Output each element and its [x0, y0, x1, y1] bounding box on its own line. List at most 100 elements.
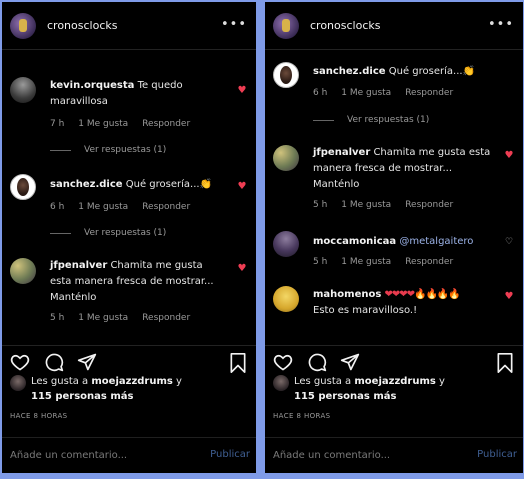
comment-likes[interactable]: 1 Me gusta [78, 313, 128, 323]
share-icon[interactable] [340, 352, 360, 372]
likes-username[interactable]: moejazzdrums [354, 376, 435, 387]
comment-input[interactable] [273, 447, 453, 463]
reply-button[interactable]: Responder [405, 200, 453, 210]
avatar[interactable] [10, 77, 36, 103]
post-panel-left: cronosclocks ••• kevin.orquesta Te quedo… [2, 2, 256, 473]
comment-icon[interactable] [307, 352, 327, 372]
likes-others[interactable]: 115 personas más [294, 391, 396, 402]
action-bar [273, 352, 515, 376]
share-icon[interactable] [77, 352, 97, 372]
comment-text: jfpenalver Chamita me gusta esta manera … [313, 145, 493, 193]
comment-mention[interactable]: @metalgaitero [399, 236, 473, 247]
more-options-icon[interactable]: ••• [221, 17, 247, 32]
likes-text[interactable]: Les gusta a moejazzdrums y 115 personas … [31, 374, 182, 404]
heart-icon[interactable] [273, 352, 293, 372]
likes-username[interactable]: moejazzdrums [91, 376, 172, 387]
comment-item: mahomenos ❤❤❤❤🔥🔥🔥🔥 Esto es maravilloso.!… [273, 286, 515, 326]
heart-icon[interactable]: ♥ [236, 181, 248, 193]
comment-item: sanchez.dice Qué grosería...👏 ♥ 6 h 1 Me… [10, 174, 248, 224]
likes-suffix: y [439, 376, 445, 387]
comment-time: 7 h [50, 119, 65, 129]
comment-username[interactable]: jfpenalver [50, 260, 107, 271]
likes-summary: Les gusta a moejazzdrums y 115 personas … [10, 374, 248, 406]
avatar[interactable] [273, 62, 299, 88]
view-replies-button[interactable]: Ver respuestas (1) [313, 115, 429, 125]
comment-meta: 6 h 1 Me gusta Responder [313, 88, 515, 98]
avatar[interactable] [10, 375, 26, 391]
profile-avatar[interactable] [10, 12, 36, 39]
post-time: HACE 8 HORAS [273, 412, 331, 420]
view-replies-label: Ver respuestas (1) [347, 115, 430, 125]
comment-likes[interactable]: 1 Me gusta [341, 88, 391, 98]
comment-body: Esto es maravilloso.! [313, 305, 418, 316]
replies-divider [50, 232, 71, 234]
replies-divider [50, 149, 71, 151]
replies-divider [313, 119, 334, 121]
likes-text[interactable]: Les gusta a moejazzdrums y 115 personas … [294, 374, 445, 404]
reply-button[interactable]: Responder [405, 257, 453, 267]
bookmark-icon[interactable] [495, 352, 515, 374]
avatar[interactable] [273, 375, 289, 391]
comment-item: sanchez.dice Qué grosería...👏 6 h 1 Me g… [273, 62, 515, 106]
more-options-icon[interactable]: ••• [488, 17, 514, 32]
avatar[interactable] [273, 145, 299, 171]
heart-outline-icon[interactable]: ♡ [503, 236, 515, 248]
comment-username[interactable]: sanchez.dice [50, 179, 123, 190]
comment-meta: 5 h 1 Me gusta Responder [50, 313, 248, 323]
comment-icon[interactable] [44, 352, 64, 372]
avatar[interactable] [273, 231, 299, 257]
comment-username[interactable]: moccamonicaa [313, 236, 396, 247]
comment-time: 5 h [313, 257, 328, 267]
avatar[interactable] [10, 174, 36, 200]
post-footer: Les gusta a moejazzdrums y 115 personas … [2, 345, 256, 473]
comment-meta: 5 h 1 Me gusta Responder [313, 257, 515, 267]
comment-item: jfpenalver Chamita me gusta esta manera … [10, 258, 248, 328]
view-replies-button[interactable]: Ver respuestas (1) [50, 228, 166, 238]
comment-username[interactable]: jfpenalver [313, 147, 370, 158]
heart-icon[interactable] [10, 352, 30, 372]
heart-icon[interactable]: ♥ [503, 291, 515, 303]
comment-item: kevin.orquesta Te quedo maravillosa ♥ 7 … [10, 77, 248, 137]
header-username[interactable]: cronosclocks [47, 19, 117, 32]
heart-icon[interactable]: ♥ [236, 85, 248, 97]
comment-body: Qué grosería...👏 [125, 179, 213, 190]
comment-likes[interactable]: 1 Me gusta [78, 202, 128, 212]
comment-body: Qué grosería...👏 [388, 66, 476, 77]
profile-avatar[interactable] [273, 12, 299, 39]
avatar[interactable] [273, 286, 299, 312]
comment-time: 5 h [50, 313, 65, 323]
reply-button[interactable]: Responder [142, 313, 190, 323]
comment-text: jfpenalver Chamita me gusta esta manera … [50, 258, 226, 306]
comment-likes[interactable]: 1 Me gusta [341, 200, 391, 210]
post-header: cronosclocks ••• [265, 2, 523, 50]
comment-likes[interactable]: 1 Me gusta [341, 257, 391, 267]
reply-button[interactable]: Responder [405, 88, 453, 98]
comment-item: moccamonicaa @metalgaitero ♡ 5 h 1 Me gu… [273, 231, 515, 271]
reply-button[interactable]: Responder [142, 202, 190, 212]
publish-button[interactable]: Publicar [477, 449, 517, 460]
view-replies-button[interactable]: Ver respuestas (1) [50, 145, 166, 155]
publish-button[interactable]: Publicar [210, 449, 250, 460]
post-time: HACE 8 HORAS [10, 412, 68, 420]
likes-summary: Les gusta a moejazzdrums y 115 personas … [273, 374, 515, 406]
comment-meta: 6 h 1 Me gusta Responder [50, 202, 248, 212]
comment-username[interactable]: mahomenos [313, 289, 381, 300]
heart-icon[interactable]: ♥ [503, 150, 515, 162]
comment-time: 6 h [50, 202, 65, 212]
reply-button[interactable]: Responder [142, 119, 190, 129]
heart-icon[interactable]: ♥ [236, 263, 248, 275]
post-panel-right: cronosclocks ••• sanchez.dice Qué groser… [265, 2, 523, 473]
add-comment-bar: Publicar [2, 437, 256, 473]
comment-likes[interactable]: 1 Me gusta [78, 119, 128, 129]
likes-others[interactable]: 115 personas más [31, 391, 133, 402]
view-replies-label: Ver respuestas (1) [84, 145, 167, 155]
comment-username[interactable]: kevin.orquesta [50, 80, 134, 91]
comment-input[interactable] [10, 447, 190, 463]
comment-time: 6 h [313, 88, 328, 98]
comment-username[interactable]: sanchez.dice [313, 66, 386, 77]
comment-item: jfpenalver Chamita me gusta esta manera … [273, 145, 515, 215]
header-username[interactable]: cronosclocks [310, 19, 380, 32]
avatar[interactable] [10, 258, 36, 284]
likes-prefix: Les gusta a [294, 376, 352, 387]
bookmark-icon[interactable] [228, 352, 248, 374]
